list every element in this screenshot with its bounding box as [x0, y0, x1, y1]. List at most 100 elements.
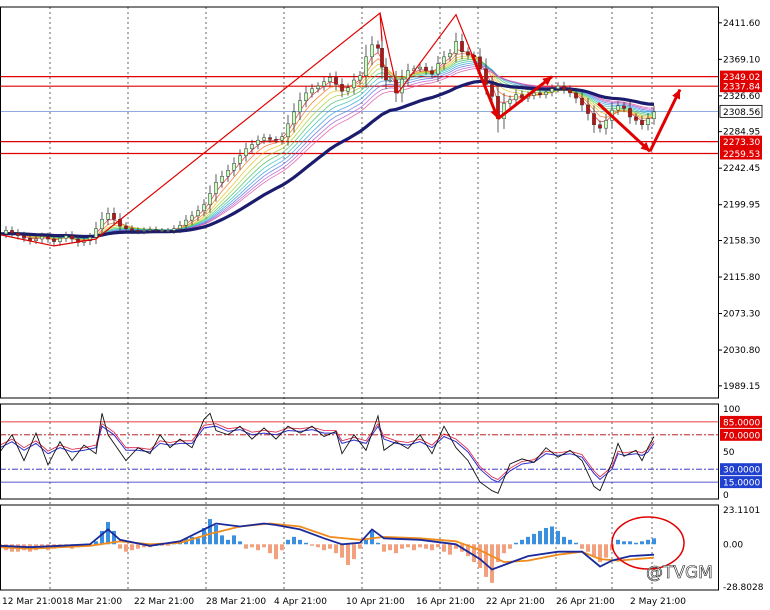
- candle-up: [352, 79, 356, 89]
- macd-bar-positive: [304, 542, 308, 545]
- candle-up: [190, 215, 194, 221]
- candle-up: [604, 120, 608, 129]
- y-tick-label: 2073.30: [723, 310, 760, 320]
- macd-bar-positive: [520, 539, 524, 545]
- macd-bar-positive: [526, 536, 530, 545]
- macd-bar-negative: [130, 544, 134, 551]
- macd-bar-negative: [334, 544, 338, 554]
- y-tick-label: 2115.80: [723, 273, 760, 283]
- candle-down: [154, 229, 158, 231]
- macd-bar-negative: [244, 544, 248, 549]
- candle-up: [238, 155, 242, 164]
- candle-up: [556, 85, 560, 89]
- candle-up: [244, 148, 248, 156]
- candle-up: [40, 236, 44, 240]
- macd-bar-negative: [394, 544, 398, 554]
- macd-bar-negative: [586, 544, 590, 552]
- candle-up: [166, 230, 170, 232]
- candle-down: [376, 44, 380, 49]
- macd-bar-negative: [406, 544, 410, 548]
- macd-bar-negative: [166, 544, 170, 546]
- macd-bar-negative: [424, 544, 428, 549]
- macd-tick-label: 23.1101: [723, 506, 760, 516]
- macd-bar-positive: [292, 536, 296, 545]
- macd-bar-negative: [502, 544, 506, 554]
- macd-tick-label: 0.00: [723, 540, 743, 550]
- candle-up: [292, 111, 296, 125]
- candle-up: [214, 182, 218, 194]
- chart-background: [0, 0, 770, 610]
- candle-up: [646, 118, 650, 125]
- stoch-level-tag: 30.0000: [723, 466, 760, 476]
- candle-up: [148, 229, 152, 231]
- macd-bar-negative: [136, 544, 140, 549]
- candle-down: [574, 92, 578, 99]
- macd-bar-positive: [214, 524, 218, 545]
- candle-down: [490, 84, 494, 97]
- macd-bar-negative: [118, 544, 122, 549]
- macd-bar-positive: [616, 539, 620, 545]
- macd-bar-negative: [484, 544, 488, 577]
- x-tick-label: 2 May 21:00: [630, 597, 686, 607]
- candle-down: [334, 77, 338, 85]
- candle-down: [10, 230, 14, 234]
- y-tick-label: 2411.60: [723, 19, 760, 29]
- candle-up: [64, 235, 68, 239]
- x-tick-label: 4 Apr 21:00: [274, 597, 327, 607]
- candle-down: [478, 56, 482, 70]
- x-tick-label: 18 Mar 21:00: [62, 597, 122, 607]
- candle-up: [196, 210, 200, 217]
- candle-down: [538, 92, 542, 95]
- candle-up: [106, 212, 110, 220]
- candle-down: [136, 230, 140, 232]
- macd-bar-positive: [532, 533, 536, 545]
- x-tick-label: 26 Apr 21:00: [556, 597, 615, 607]
- candle-up: [652, 111, 656, 119]
- candle-up: [184, 219, 188, 226]
- candle-up: [100, 219, 104, 229]
- macd-bar-negative: [352, 544, 356, 560]
- candle-down: [628, 108, 632, 118]
- candle-down: [70, 235, 74, 240]
- macd-bar-negative: [388, 544, 392, 551]
- macd-bar-negative: [592, 544, 596, 557]
- macd-bar-negative: [340, 544, 344, 558]
- macd-bar-negative: [256, 544, 260, 551]
- macd-bar-positive: [646, 539, 650, 545]
- macd-bar-positive: [286, 539, 290, 545]
- macd-bar-negative: [322, 544, 326, 551]
- watermark-text: @TVGM: [646, 563, 713, 583]
- stoch-level-tag: 85.0000: [723, 418, 760, 428]
- candle-up: [220, 176, 224, 183]
- macd-bar-negative: [280, 544, 284, 551]
- candle-down: [622, 105, 626, 109]
- candle-up: [616, 105, 620, 111]
- macd-bar-negative: [430, 544, 434, 551]
- candle-up: [550, 88, 554, 93]
- macd-bar-negative: [382, 544, 386, 552]
- macd-bar-positive: [640, 541, 644, 545]
- candle-down: [112, 212, 116, 220]
- macd-bar-negative: [436, 544, 440, 548]
- macd-bar-positive: [364, 539, 368, 545]
- candle-down: [592, 113, 596, 125]
- candle-down: [484, 68, 488, 85]
- candle-up: [34, 238, 38, 241]
- macd-bar-negative: [490, 544, 494, 583]
- candle-up: [4, 230, 8, 235]
- candle-down: [640, 120, 644, 125]
- candle-up: [364, 56, 368, 76]
- macd-bar-negative: [250, 544, 254, 548]
- candle-down: [466, 51, 470, 56]
- candle-down: [130, 228, 134, 231]
- chart-canvas: 12 Mar 21:00 18 Mar 21:00 22 Mar 21:00 28 M…: [0, 0, 770, 610]
- candle-up: [508, 99, 512, 104]
- macd-bar-negative: [412, 544, 416, 551]
- macd-bar-positive: [220, 535, 224, 545]
- macd-bar-positive: [514, 542, 518, 545]
- candle-down: [460, 41, 464, 52]
- y-tick-label: 2242.45: [723, 164, 760, 174]
- macd-bar-positive: [298, 539, 302, 545]
- candle-down: [568, 89, 572, 94]
- candle-up: [322, 81, 326, 87]
